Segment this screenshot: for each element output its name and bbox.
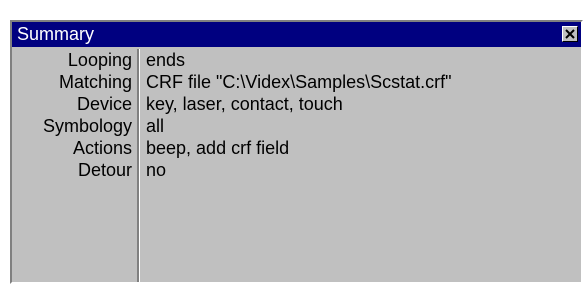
summary-row-matching: Matching CRF file "C:\Videx\Samples\Scst… [12,71,581,93]
summary-row-detour: Detour no [12,159,581,181]
summary-label: Actions [72,138,132,158]
summary-row-actions: Actions beep, add crf field [12,137,581,159]
summary-label: Symbology [42,116,132,136]
summary-value: ends [146,50,186,70]
summary-row-looping: Looping ends [12,49,581,71]
summary-row-device: Device key, laser, contact, touch [12,93,581,115]
title-bar[interactable]: Summary [12,22,581,47]
summary-value: beep, add crf field [146,138,290,158]
summary-value: all [146,116,165,136]
summary-value: no [146,160,167,180]
close-button[interactable] [562,26,578,42]
summary-value: key, laser, contact, touch [146,94,343,114]
summary-content: Looping ends Matching CRF file "C:\Videx… [12,47,581,282]
summary-window: Summary Looping ends Matching CRF file "… [10,20,583,284]
summary-label: Device [76,94,132,114]
summary-row-symbology: Symbology all [12,115,581,137]
summary-value: CRF file "C:\Videx\Samples\Scstat.crf" [146,72,452,92]
summary-label: Detour [77,160,132,180]
summary-label: Matching [58,72,132,92]
window-title: Summary [17,24,95,44]
close-icon [565,29,575,39]
summary-label: Looping [67,50,132,70]
summary-table: Looping ends Matching CRF file "C:\Videx… [12,49,581,181]
